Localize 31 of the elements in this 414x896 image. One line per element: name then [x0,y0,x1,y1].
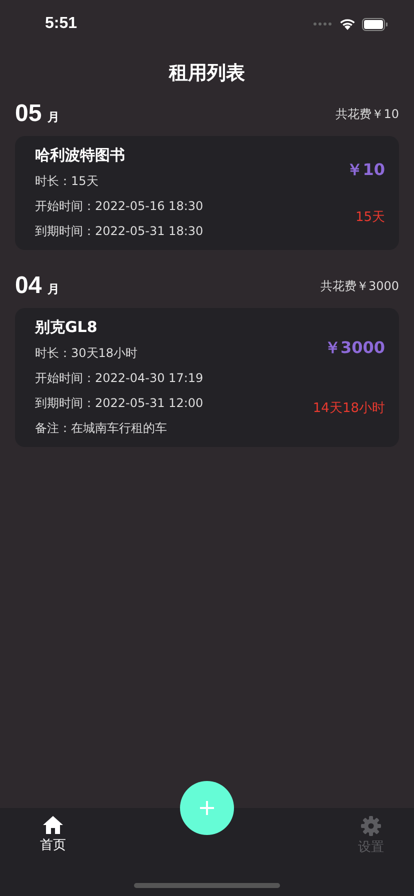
month-total: 共花费￥10 [336,106,399,122]
plus-icon [199,800,215,816]
rental-detail: 到期时间：2022-05-31 12:00 [35,395,204,412]
status-time: 5:51 [45,15,78,33]
month-unit: 月 [48,281,60,298]
battery-icon [362,18,388,30]
rental-price: ￥10 [346,160,385,181]
rental-detail: 到期时间：2022-05-31 18:30 [35,223,204,240]
rental-card[interactable]: 别克GL8 时长：30天18小时 开始时间：2022-04-30 17:19 到期时间：2022-05-31 12:00 备注：在城南车行租的车 ￥3000 14天18小时 [15,308,399,447]
remaining-time: 15天 [355,209,385,226]
rental-detail: 开始时间：2022-05-16 18:30 [35,198,204,215]
rental-card[interactable]: 哈利波特图书 时长：15天 开始时间：2022-05-16 18:30 到期时间：2022-05-31 18:30 ￥10 15天 [15,136,399,250]
add-button[interactable] [180,781,234,835]
month-number: 04 [15,274,42,298]
signal-icon [313,22,333,26]
rental-detail: 备注：在城南车行租的车 [35,420,168,437]
month-total: 共花费￥3000 [320,278,399,294]
month-unit: 月 [48,109,60,126]
settings-icon [361,816,381,836]
month-number: 05 [15,102,42,126]
rental-detail: 时长：15天 [35,173,100,190]
rental-detail: 开始时间：2022-04-30 17:19 [35,370,204,387]
rental-name: 别克GL8 [35,318,98,337]
rental-name: 哈利波特图书 [35,146,126,165]
rental-detail: 时长：30天18小时 [35,345,139,362]
page-title: 租用列表 [168,61,246,86]
home-icon [43,816,63,834]
remaining-time: 14天18小时 [312,400,385,417]
wifi-icon [339,18,356,30]
tab-item[interactable]: 首页 [40,808,66,856]
rental-price: ￥3000 [324,338,385,359]
